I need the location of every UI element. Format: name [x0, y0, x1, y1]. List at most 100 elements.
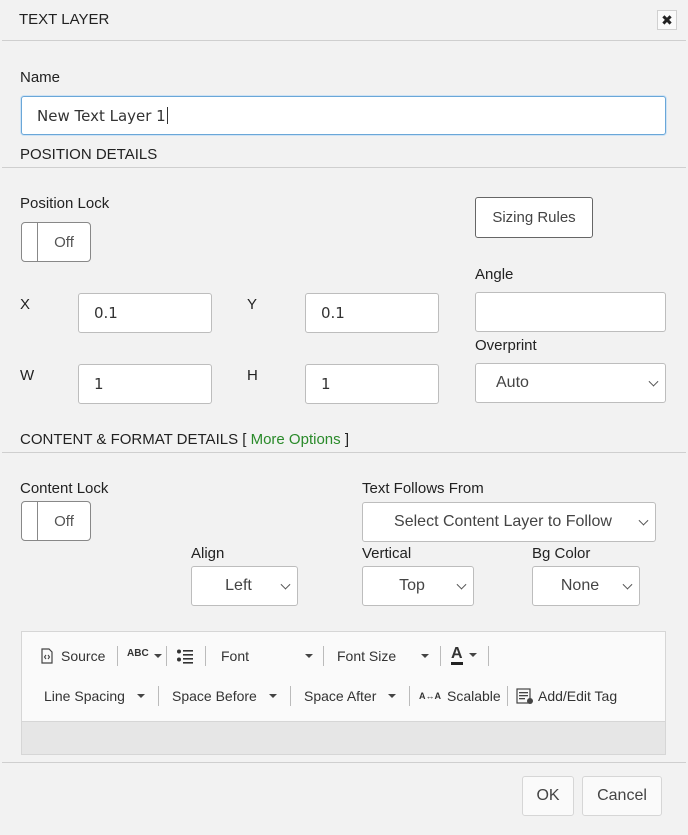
- h-label: H: [247, 367, 258, 384]
- bulleted-list-icon: [177, 649, 193, 664]
- text-follows-label: Text Follows From: [362, 480, 484, 497]
- toolbar-separator: [205, 646, 206, 666]
- font-color-button[interactable]: A: [451, 643, 477, 667]
- add-edit-tag-label: Add/Edit Tag: [538, 688, 618, 704]
- content-format-heading-text: CONTENT & FORMAT DETAILS [: [20, 431, 247, 448]
- y-input[interactable]: 0.1: [305, 293, 439, 333]
- x-input[interactable]: 0.1: [78, 293, 212, 333]
- x-label: X: [20, 296, 31, 313]
- footer-divider: [2, 762, 686, 763]
- space-before-label: Space Before: [172, 688, 257, 704]
- overprint-label: Overprint: [475, 337, 537, 354]
- align-value: Left: [225, 577, 252, 594]
- font-color-icon: A: [451, 645, 463, 665]
- dialog-title: TEXT LAYER: [19, 11, 110, 28]
- cancel-button[interactable]: Cancel: [582, 776, 662, 816]
- name-input[interactable]: New Text Layer 1: [21, 96, 666, 135]
- overprint-select[interactable]: Auto: [475, 363, 666, 403]
- font-dropdown[interactable]: Font: [221, 645, 313, 667]
- toolbar-separator: [158, 686, 159, 706]
- w-label: W: [20, 367, 35, 384]
- add-edit-tag-button[interactable]: Add/Edit Tag: [516, 685, 617, 707]
- position-lock-toggle[interactable]: Off: [21, 222, 91, 262]
- position-details-heading: POSITION DETAILS: [20, 146, 158, 163]
- scalable-label: Scalable: [447, 688, 501, 704]
- angle-label: Angle: [475, 266, 514, 283]
- caret-down-icon: [421, 654, 429, 658]
- ok-button[interactable]: OK: [522, 776, 574, 816]
- text-cursor: [166, 107, 168, 124]
- content-lock-label: Content Lock: [20, 480, 109, 497]
- content-lock-toggle[interactable]: Off: [21, 501, 91, 541]
- line-spacing-dropdown[interactable]: Line Spacing: [44, 685, 145, 707]
- w-input[interactable]: 1: [78, 364, 212, 404]
- toolbar-separator: [507, 686, 508, 706]
- name-label: Name: [20, 69, 61, 86]
- toolbar-separator: [440, 646, 441, 666]
- content-format-heading: CONTENT & FORMAT DETAILS [ More Options …: [20, 431, 349, 448]
- name-input-value: New Text Layer 1: [37, 106, 166, 125]
- spellcheck-button[interactable]: ABC: [127, 645, 162, 667]
- bg-color-select[interactable]: None: [532, 566, 640, 606]
- toolbar-separator: [488, 646, 489, 666]
- caret-down-icon: [153, 654, 162, 658]
- more-options-link[interactable]: More Options: [251, 431, 341, 448]
- space-before-dropdown[interactable]: Space Before: [172, 685, 277, 707]
- font-size-label: Font Size: [337, 648, 397, 664]
- caret-down-icon: [136, 694, 145, 698]
- toggle-knob: [22, 223, 38, 261]
- tag-icon: [516, 687, 533, 704]
- editor-content-area[interactable]: [22, 721, 665, 754]
- chevron-down-icon: [456, 579, 467, 590]
- caret-down-icon: [305, 654, 313, 658]
- chevron-down-icon: [648, 376, 659, 387]
- bg-color-label: Bg Color: [532, 545, 591, 562]
- toolbar-separator: [166, 646, 167, 666]
- h-input[interactable]: 1: [305, 364, 439, 404]
- toolbar-separator: [290, 686, 291, 706]
- toolbar-separator: [117, 646, 118, 666]
- caret-down-icon: [388, 694, 397, 698]
- content-format-heading-close: ]: [344, 431, 349, 448]
- toolbar-separator: [409, 686, 410, 706]
- content-lock-state: Off: [54, 512, 74, 530]
- font-label: Font: [221, 648, 250, 664]
- position-lock-state: Off: [54, 233, 74, 251]
- position-divider: [2, 167, 686, 168]
- toggle-knob: [22, 502, 38, 540]
- angle-input[interactable]: [475, 292, 666, 332]
- vertical-label: Vertical: [362, 545, 412, 562]
- scalable-button[interactable]: A↔A Scalable: [419, 685, 501, 707]
- caret-down-icon: [268, 694, 277, 698]
- content-divider: [2, 452, 686, 453]
- font-size-dropdown[interactable]: Font Size: [337, 645, 429, 667]
- text-follows-select[interactable]: Select Content Layer to Follow: [362, 502, 656, 542]
- close-icon[interactable]: ✖: [657, 10, 677, 30]
- chevron-down-icon: [280, 579, 291, 590]
- w-input-value: 1: [94, 375, 104, 393]
- spellcheck-icon: ABC: [127, 647, 149, 659]
- scalable-icon: A↔A: [419, 691, 441, 701]
- header-divider: [2, 40, 686, 41]
- chevron-down-icon: [622, 579, 633, 590]
- space-after-label: Space After: [304, 688, 377, 704]
- y-input-value: 0.1: [321, 304, 345, 322]
- y-label: Y: [247, 296, 258, 313]
- sizing-rules-button[interactable]: Sizing Rules: [475, 197, 593, 238]
- source-button[interactable]: Source: [40, 645, 105, 667]
- space-after-dropdown[interactable]: Space After: [304, 685, 397, 707]
- vertical-select[interactable]: Top: [362, 566, 474, 606]
- bg-color-value: None: [560, 577, 600, 594]
- bulleted-list-button[interactable]: [176, 645, 194, 667]
- overprint-value: Auto: [496, 374, 529, 391]
- text-follows-value: Select Content Layer to Follow: [394, 513, 612, 530]
- source-label: Source: [61, 648, 106, 664]
- position-lock-label: Position Lock: [20, 195, 110, 212]
- source-icon: [41, 648, 53, 664]
- chevron-down-icon: [638, 515, 649, 526]
- line-spacing-label: Line Spacing: [44, 688, 125, 704]
- vertical-value: Top: [399, 577, 425, 594]
- align-select[interactable]: Left: [191, 566, 298, 606]
- caret-down-icon: [468, 653, 477, 657]
- x-input-value: 0.1: [94, 304, 118, 322]
